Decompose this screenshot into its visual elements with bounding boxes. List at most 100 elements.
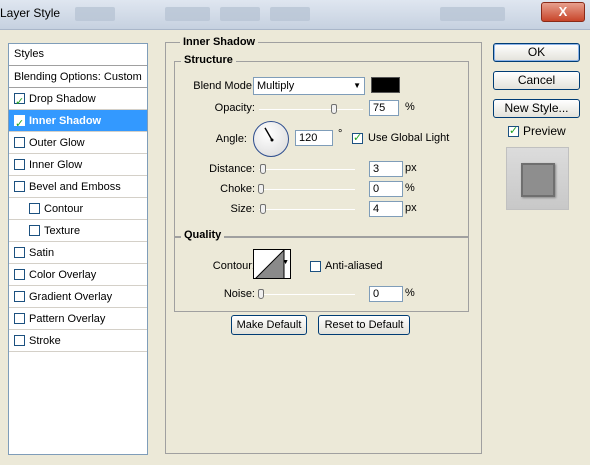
noise-unit: % <box>405 287 415 299</box>
choke-slider[interactable] <box>259 189 355 190</box>
noise-label: Noise: <box>223 288 255 300</box>
panel-title: Inner Shadow <box>180 36 259 48</box>
style-checkbox[interactable] <box>29 225 40 236</box>
style-item-label: Pattern Overlay <box>29 313 106 325</box>
opacity-slider[interactable] <box>259 109 363 110</box>
distance-slider[interactable] <box>259 169 355 170</box>
styles-list: Styles Blending Options: Custom Drop Sha… <box>8 43 148 455</box>
window-title: Layer Style <box>0 6 61 20</box>
new-style-button[interactable]: New Style... <box>493 99 580 118</box>
style-item-inner-shadow[interactable]: Inner Shadow <box>9 110 147 135</box>
blend-mode-label: Blend Mode: <box>193 80 255 92</box>
titlebar-blur <box>440 7 505 21</box>
opacity-slider-thumb[interactable] <box>331 104 337 114</box>
preview-label: Preview <box>523 124 566 138</box>
structure-group: Structure Blend Mode: Multiply ▼ Opacity… <box>174 54 469 238</box>
anti-aliased-checkbox[interactable] <box>310 261 321 272</box>
style-item-drop-shadow[interactable]: Drop Shadow <box>9 88 147 113</box>
shadow-color-swatch[interactable] <box>371 77 400 93</box>
size-slider[interactable] <box>259 209 355 210</box>
style-checkbox[interactable] <box>14 137 25 148</box>
styles-header[interactable]: Styles <box>9 44 147 66</box>
inner-shadow-panel: Inner Shadow Structure Blend Mode: Multi… <box>165 36 482 454</box>
titlebar-blur <box>220 7 260 21</box>
chevron-down-icon: ▼ <box>353 81 361 90</box>
angle-dial[interactable] <box>253 121 289 157</box>
style-item-label: Inner Glow <box>29 159 83 171</box>
style-item-label: Drop Shadow <box>29 93 96 105</box>
quality-group: Quality Contour: ▼ Anti-aliased Noise: 0… <box>174 229 469 312</box>
layer-style-dialog: Styles Blending Options: Custom Drop Sha… <box>0 30 590 465</box>
style-item-pattern-overlay[interactable]: Pattern Overlay <box>9 308 147 330</box>
style-checkbox[interactable] <box>14 335 25 346</box>
size-unit: px <box>405 202 417 214</box>
opacity-field[interactable]: 75 <box>369 100 399 116</box>
style-item-texture[interactable]: Texture <box>9 220 147 242</box>
chevron-down-icon[interactable]: ▼ <box>282 259 289 266</box>
style-item-bevel-and-emboss[interactable]: Bevel and Emboss <box>9 176 147 198</box>
anti-aliased-label: Anti-aliased <box>325 260 383 272</box>
contour-picker[interactable]: ▼ <box>253 249 291 279</box>
angle-needle-icon <box>264 127 274 142</box>
style-item-contour[interactable]: Contour <box>9 198 147 220</box>
style-checkbox[interactable] <box>14 159 25 170</box>
style-item-stroke[interactable]: Stroke <box>9 330 147 352</box>
preview-swatch <box>521 163 555 197</box>
angle-field[interactable]: 120 <box>295 130 333 146</box>
blend-mode-select[interactable]: Multiply ▼ <box>253 77 365 95</box>
size-slider-thumb[interactable] <box>260 204 266 214</box>
use-global-light-checkbox[interactable] <box>352 131 363 144</box>
noise-field[interactable]: 0 <box>369 286 403 302</box>
style-checkbox[interactable] <box>14 181 25 192</box>
use-global-light-label: Use Global Light <box>368 132 450 144</box>
preview-checkbox[interactable] <box>508 124 519 137</box>
distance-slider-thumb[interactable] <box>260 164 266 174</box>
size-label: Size: <box>230 203 255 215</box>
style-item-label: Gradient Overlay <box>29 291 113 303</box>
structure-title: Structure <box>181 54 236 66</box>
blending-options-item[interactable]: Blending Options: Custom <box>9 66 147 88</box>
style-checkbox[interactable] <box>14 269 25 280</box>
opacity-unit: % <box>405 101 415 113</box>
style-checkbox[interactable] <box>14 113 25 135</box>
title-bar: Layer Style X <box>0 0 590 30</box>
angle-label: Angle: <box>215 133 247 145</box>
quality-title: Quality <box>181 229 225 241</box>
contour-label: Contour: <box>212 260 255 272</box>
style-checkbox[interactable] <box>29 203 40 214</box>
style-item-outer-glow[interactable]: Outer Glow <box>9 132 147 154</box>
choke-slider-thumb[interactable] <box>258 184 264 194</box>
titlebar-blur <box>75 7 115 21</box>
cancel-button[interactable]: Cancel <box>493 71 580 90</box>
style-checkbox[interactable] <box>14 247 25 258</box>
style-item-label: Stroke <box>29 335 61 347</box>
size-field[interactable]: 4 <box>369 201 403 217</box>
close-button[interactable]: X <box>541 2 585 22</box>
style-item-label: Contour <box>44 203 84 215</box>
style-item-label: Color Overlay <box>29 269 97 281</box>
noise-slider[interactable] <box>259 294 355 295</box>
choke-label: Choke: <box>220 183 255 195</box>
make-default-button[interactable]: Make Default <box>231 315 307 335</box>
blend-mode-value: Multiply <box>257 80 295 92</box>
style-item-inner-glow[interactable]: Inner Glow <box>9 154 147 176</box>
style-checkbox[interactable] <box>14 291 25 302</box>
style-item-label: Satin <box>29 247 55 259</box>
ok-button[interactable]: OK <box>493 43 580 62</box>
titlebar-blur <box>270 7 310 21</box>
style-checkbox[interactable] <box>14 313 25 324</box>
style-item-label: Texture <box>44 225 81 237</box>
style-item-color-overlay[interactable]: Color Overlay <box>9 264 147 286</box>
distance-label: Distance: <box>209 163 255 175</box>
style-item-satin[interactable]: Satin <box>9 242 147 264</box>
opacity-label: Opacity: <box>214 102 255 114</box>
angle-unit: ° <box>338 128 343 140</box>
style-item-gradient-overlay[interactable]: Gradient Overlay <box>9 286 147 308</box>
style-checkbox[interactable] <box>14 91 25 113</box>
titlebar-blur <box>165 7 210 21</box>
noise-slider-thumb[interactable] <box>258 289 264 299</box>
distance-field[interactable]: 3 <box>369 161 403 177</box>
choke-field[interactable]: 0 <box>369 181 403 197</box>
distance-unit: px <box>405 162 417 174</box>
reset-to-default-button[interactable]: Reset to Default <box>318 315 410 335</box>
